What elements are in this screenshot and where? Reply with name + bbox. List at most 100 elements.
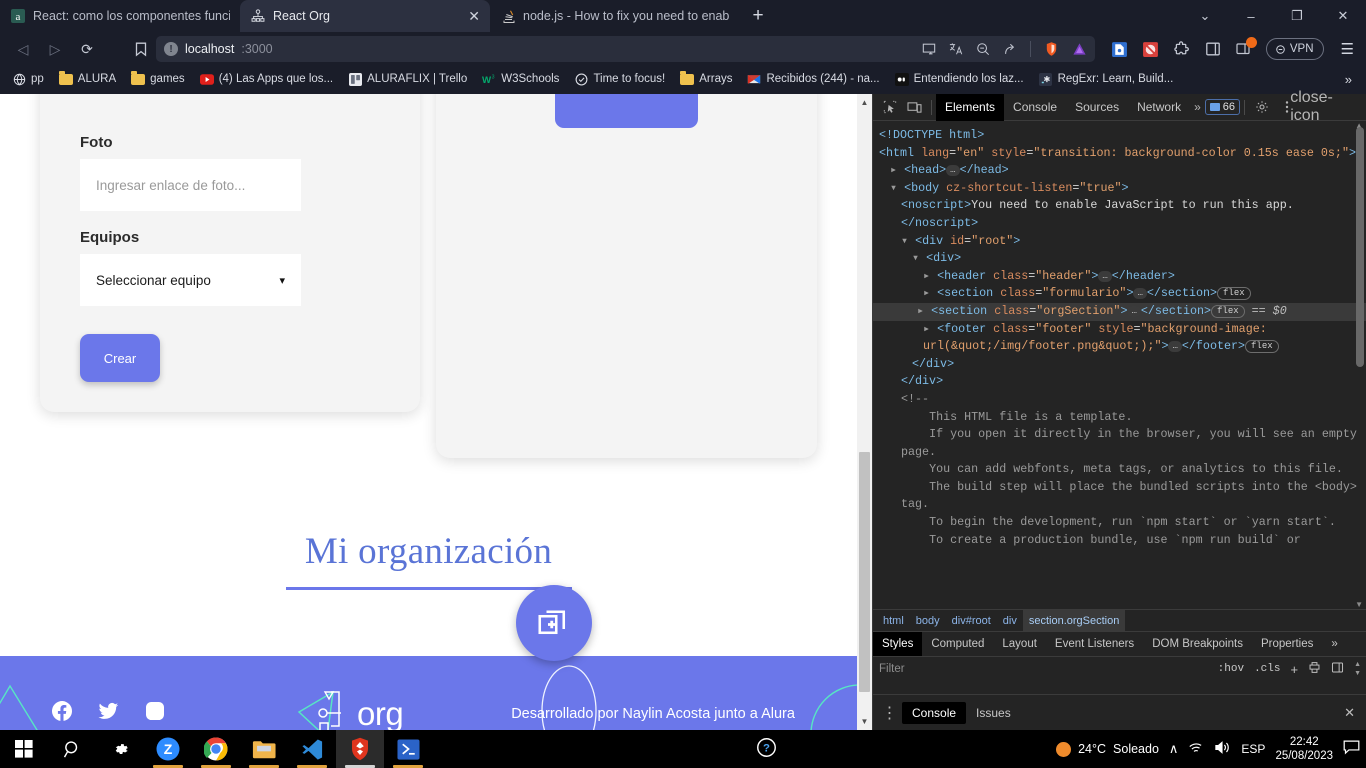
zoom-out-icon[interactable] [976, 42, 990, 56]
breadcrumb-item[interactable]: div [997, 610, 1023, 632]
zoom-app[interactable]: Z [144, 730, 192, 768]
drawer-tab-console[interactable]: Console [902, 701, 967, 724]
wifi-icon[interactable] [1188, 741, 1204, 758]
reload-button[interactable]: ⟳ [72, 36, 102, 62]
bookmark-icon[interactable] [126, 36, 156, 62]
styles-tab-computed[interactable]: Computed [922, 632, 993, 657]
dom-node-row[interactable]: If you open it directly in the browser, … [879, 426, 1366, 461]
brave-rewards-icon[interactable] [1072, 42, 1087, 56]
close-button[interactable]: ✕ [1320, 0, 1366, 32]
bookmark-time-to-focus[interactable]: Time to focus! [568, 70, 671, 88]
breadcrumb-item[interactable]: section.orgSection [1022, 609, 1126, 632]
back-button[interactable]: ◁ [8, 36, 38, 62]
tab-close-icon[interactable]: ✕ [462, 9, 480, 23]
filter-input[interactable]: Filter [879, 663, 1208, 675]
dom-scroll-down-icon[interactable]: ▼ [1355, 600, 1363, 609]
tab-react-componentes[interactable]: a React: como los componentes funcion [0, 0, 240, 32]
expand-arrow-icon[interactable]: ▸ [923, 269, 937, 283]
forward-button[interactable]: ▷ [40, 36, 70, 62]
vscode-app[interactable] [288, 730, 336, 768]
styles-tabs-overflow[interactable]: » [1322, 632, 1346, 657]
bookmark-arrays[interactable]: Arrays [674, 70, 738, 88]
dom-node-row[interactable]: The build step will place the bundled sc… [879, 479, 1366, 514]
dom-tree-scrollbar[interactable]: ▲ ▼ [1355, 121, 1365, 609]
new-tab-button[interactable]: + [740, 0, 776, 32]
expand-arrow-icon[interactable]: ▸ [923, 322, 937, 336]
device-toolbar-icon[interactable] [902, 95, 927, 120]
devtools-tabs-overflow[interactable]: » [1190, 100, 1205, 114]
expand-arrow-icon[interactable]: ▾ [901, 234, 915, 248]
crear-button[interactable]: Crear [80, 334, 160, 382]
dom-node-row[interactable]: </div> [879, 373, 1366, 391]
expand-arrow-icon[interactable]: ▸ [923, 286, 937, 300]
drawer-close-icon[interactable]: ✕ [1344, 705, 1363, 721]
add-collaborator-fab[interactable] [516, 585, 592, 661]
tab-nodejs-stackoverflow[interactable]: node.js - How to fix you need to enab [490, 0, 740, 32]
dom-node-row[interactable]: ▾ <div id="root"> [879, 233, 1366, 251]
dom-node-row[interactable]: <!-- [879, 391, 1366, 409]
dom-node-row[interactable]: To begin the development, run `npm start… [879, 514, 1366, 532]
dom-node-row[interactable]: To create a production bundle, use `npm … [879, 532, 1366, 550]
breadcrumb-item[interactable]: body [910, 610, 946, 632]
expand-arrow-icon[interactable]: ▾ [890, 181, 904, 195]
styles-tab-layout[interactable]: Layout [993, 632, 1046, 657]
teams-select[interactable]: Seleccionar equipo ▾ [80, 254, 301, 306]
dom-scrollbar-thumb[interactable] [1356, 127, 1364, 367]
dom-node-row[interactable]: ▸ <head>… </head> [879, 162, 1366, 180]
site-info-icon[interactable]: ! [164, 42, 178, 56]
expand-arrow-icon[interactable]: ▾ [912, 251, 926, 265]
extension-lastpass-icon[interactable] [1111, 40, 1129, 58]
translate-icon[interactable] [949, 42, 963, 56]
extensions-puzzle-icon[interactable] [1173, 40, 1191, 58]
volume-icon[interactable] [1214, 740, 1231, 758]
expand-arrow-icon[interactable]: ▸ [890, 163, 904, 177]
print-icon[interactable] [1308, 661, 1321, 677]
notification-icon[interactable] [1343, 740, 1360, 758]
tab-react-org[interactable]: React Org ✕ [240, 0, 490, 32]
issues-badge[interactable]: 66 [1204, 99, 1241, 115]
sidebar-toggle-icon[interactable] [1204, 40, 1222, 58]
dom-node-row[interactable]: ▸ <section class="formulario">… </section… [879, 285, 1366, 303]
clock[interactable]: 22:42 25/08/2023 [1275, 735, 1333, 763]
tray-chevron-icon[interactable]: ∧ [1169, 741, 1179, 757]
tab-search-chevron-icon[interactable]: ⌄ [1182, 0, 1228, 32]
dom-node-row[interactable]: </div> [879, 356, 1366, 374]
hov-button[interactable]: :hov [1218, 663, 1244, 675]
bookmarks-overflow-button[interactable]: » [1337, 72, 1360, 87]
weather-widget[interactable]: 24°C Soleado [1056, 741, 1159, 757]
scroll-up-arrow[interactable]: ▲ [857, 94, 872, 111]
styles-tab-styles[interactable]: Styles [873, 631, 923, 657]
bookmark-entendiendo-lazos[interactable]: Entendiendo los laz... [889, 70, 1030, 88]
bookmark-alura[interactable]: ALURA [53, 70, 122, 88]
bookmark-pp[interactable]: pp [6, 70, 50, 88]
filter-stepper[interactable]: ▲ ▼ [1354, 661, 1361, 677]
extension-adblock-icon[interactable] [1142, 40, 1160, 58]
powershell-app[interactable] [384, 730, 432, 768]
language-indicator[interactable]: ESP [1241, 742, 1265, 756]
twitter-icon[interactable] [98, 701, 119, 726]
dom-node-row[interactable]: ▸ <section class="orgSection">… </section… [873, 302, 1366, 321]
bookmark-games[interactable]: games [125, 70, 191, 88]
inspect-element-icon[interactable] [877, 95, 902, 120]
bookmark-las-apps[interactable]: (4) Las Apps que los... [194, 70, 339, 88]
brave-app[interactable] [336, 730, 384, 768]
dom-node-row[interactable]: ▸ <footer class="footer" style="backgrou… [879, 321, 1366, 356]
drawer-kebab-icon[interactable]: ⋮ [877, 700, 902, 725]
page-scrollbar[interactable]: ▲ ▼ [857, 94, 872, 730]
cast-icon[interactable] [922, 42, 936, 56]
scroll-down-arrow[interactable]: ▼ [857, 713, 872, 730]
bookmark-gmail[interactable]: Recibidos (244) - na... [741, 70, 885, 88]
bookmark-regexr[interactable]: RegExr: Learn, Build... [1033, 70, 1180, 88]
breadcrumb-item[interactable]: html [877, 610, 910, 632]
dom-node-row[interactable]: <!DOCTYPE html> [879, 127, 1366, 145]
devtools-tab-network[interactable]: Network [1128, 94, 1190, 121]
browser-menu-button[interactable]: ☰ [1337, 40, 1358, 58]
dom-node-row[interactable]: </noscript> [879, 215, 1366, 233]
chrome-app[interactable] [192, 730, 240, 768]
help-icon[interactable]: ? [757, 738, 777, 760]
minimize-button[interactable]: – [1228, 0, 1274, 32]
card-action-button[interactable] [555, 94, 698, 128]
devtools-tab-console[interactable]: Console [1004, 94, 1066, 121]
toggle-sidebar-icon[interactable] [1331, 661, 1344, 677]
bookmark-aluraflix-trello[interactable]: ALURAFLIX | Trello [342, 70, 473, 88]
